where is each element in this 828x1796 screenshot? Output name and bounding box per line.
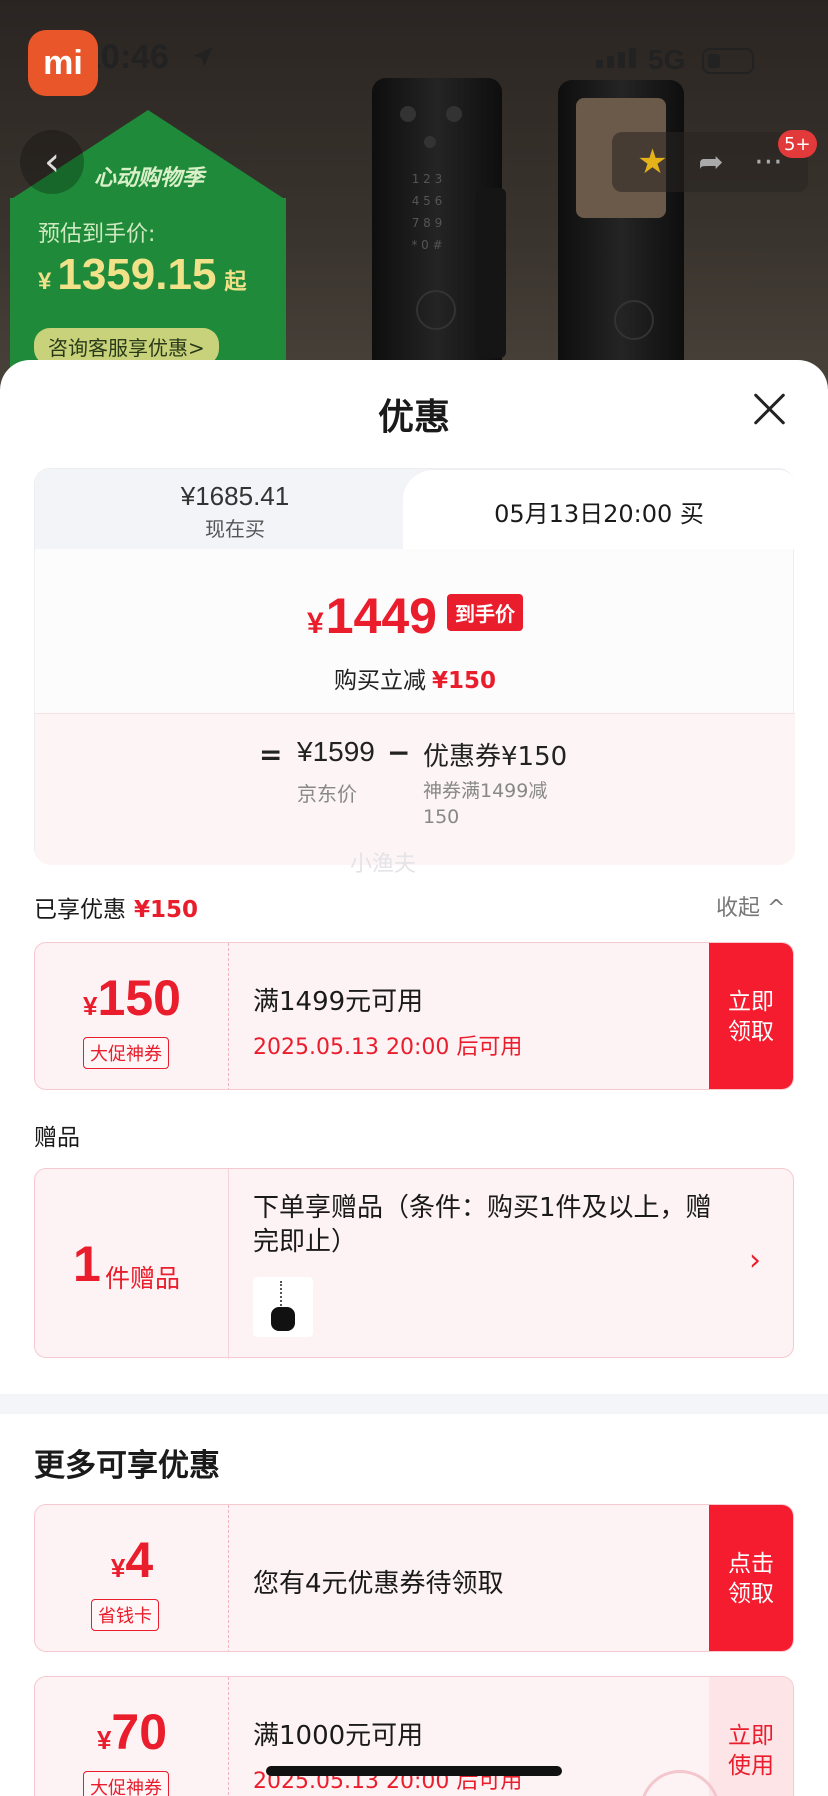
favorite-star-icon[interactable]: ★	[637, 142, 667, 182]
coupon-tag: 大促神券	[83, 1771, 169, 1796]
coupon-amount-area: ¥4 省钱卡	[35, 1505, 229, 1651]
section-divider	[0, 1394, 828, 1414]
promo-badge: 心动购物季	[94, 166, 205, 191]
coupon-amount-area: ¥150 大促神券	[35, 943, 229, 1089]
equals-sign: =	[259, 738, 283, 771]
gift-count-area: 1 件赠品	[35, 1169, 229, 1359]
tab-buy-later-label: 05月13日20:00 买	[494, 500, 704, 528]
mi-logo: mi	[28, 30, 98, 96]
gift-card[interactable]: 1 件赠品 下单享赠品（条件：购买1件及以上，赠完即止） ›	[34, 1168, 794, 1359]
click-claim-button[interactable]: 点击领取	[709, 1505, 793, 1651]
chevron-right-icon: ›	[749, 1243, 761, 1278]
product-image-lock-screen	[558, 80, 684, 380]
battery-icon	[702, 48, 754, 74]
chevron-left-icon: ‹	[44, 139, 60, 185]
tab-buy-later[interactable]: 05月13日20:00 买	[403, 469, 795, 549]
coupon-deduction-desc: 神券满1499减150	[423, 780, 548, 828]
watermark: 小渔夫	[350, 852, 417, 877]
jd-price-label: 京东价	[297, 782, 357, 806]
final-price-tag: 到手价	[446, 594, 523, 631]
more-coupon-card: ¥4 省钱卡 您有4元优惠券待领取 点击领取	[34, 1504, 794, 1652]
coupon-deduction: 优惠券¥150	[423, 742, 568, 772]
close-button[interactable]	[752, 392, 786, 426]
signal-icon	[596, 48, 636, 68]
share-icon[interactable]: ➦	[698, 145, 723, 180]
reduce-line: 购买立减 ¥150	[333, 668, 496, 694]
gift-count: 1	[73, 1236, 101, 1292]
tab-buy-now-label: 现在买	[205, 517, 265, 541]
gift-thumbnail	[253, 1277, 313, 1337]
back-button[interactable]: ‹	[20, 130, 84, 194]
sheet-title: 优惠	[377, 397, 450, 438]
tab-buy-now[interactable]: ¥1685.41 现在买	[35, 469, 455, 549]
product-page-background: 10:46 5G mi 心动购物季 预估到手价: ¥1359.15 起 咨询客服享…	[0, 0, 828, 400]
tab-buy-now-price: ¥1685.41	[180, 481, 290, 511]
claim-coupon-button[interactable]: 立即领取	[709, 943, 793, 1089]
collapse-button[interactable]: 收起 ^	[716, 890, 785, 922]
use-coupon-button[interactable]: 立即使用	[709, 1677, 793, 1796]
minus-sign: −	[387, 736, 411, 769]
product-image-lock-front: 1 2 34 5 67 8 9 * 0 #	[372, 78, 506, 378]
gift-description: 下单享赠品（条件：购买1件及以上，赠完即止）	[253, 1193, 712, 1257]
location-arrow-icon	[193, 47, 213, 67]
network-type: 5G	[648, 44, 686, 75]
gift-count-unit: 件赠品	[105, 1264, 181, 1293]
coupon-valid-time: 2025.05.13 20:00 后可用	[253, 1035, 523, 1060]
promo-price: ¥1359.15 起	[38, 250, 247, 299]
coupon-tag: 省钱卡	[91, 1599, 159, 1631]
jd-price: ¥1599	[297, 736, 375, 767]
notification-badge: 5+	[778, 130, 817, 158]
coupon-tag: 大促神券	[83, 1037, 169, 1069]
coupon-amount: ¥70	[96, 1704, 168, 1760]
enjoyed-discount-label: 已享优惠 ¥150	[34, 897, 199, 923]
gift-section-label: 赠品	[34, 1125, 80, 1151]
coupon-condition: 满1499元可用	[253, 987, 424, 1017]
coupon-condition: 满1000元可用	[253, 1721, 424, 1751]
more-discounts-title: 更多可享优惠	[34, 1448, 220, 1484]
final-price: ¥1449 到手价	[35, 587, 795, 645]
coupon-amount: ¥150	[83, 970, 181, 1026]
home-indicator	[266, 1766, 562, 1776]
coupon-condition: 您有4元优惠券待领取	[253, 1569, 504, 1599]
promo-label: 预估到手价:	[38, 222, 156, 247]
discount-sheet: 优惠 ¥1685.41 现在买 05月13日20:00 买 ¥1449 到手价 购…	[0, 360, 828, 1796]
coupon-amount: ¥4	[110, 1532, 154, 1588]
coupon-card: ¥150 大促神券 满1499元可用 2025.05.13 20:00 后可用 …	[34, 942, 794, 1090]
coupon-amount-area: ¥70 大促神券	[35, 1677, 229, 1796]
price-breakdown: = ¥1599 京东价 − 优惠券¥150 神券满1499减150	[35, 713, 795, 865]
price-card: ¥1685.41 现在买 05月13日20:00 买 ¥1449 到手价 购买立减…	[34, 468, 795, 865]
